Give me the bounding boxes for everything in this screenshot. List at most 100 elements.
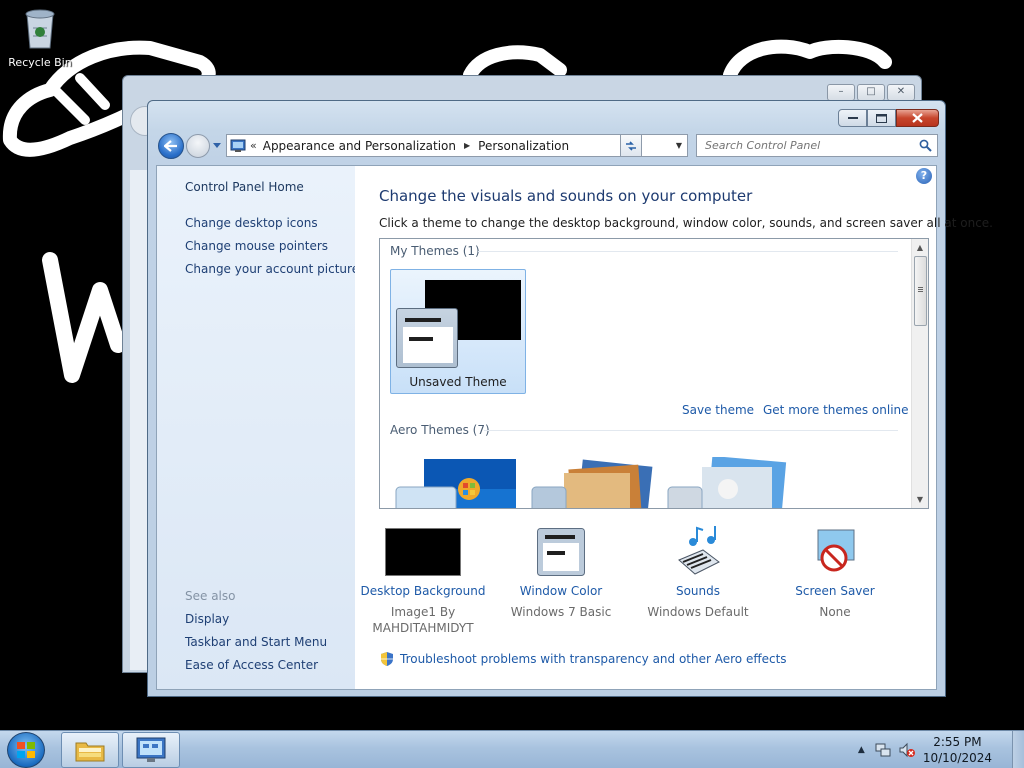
see-also-heading: See also xyxy=(185,589,236,603)
page-subtitle: Click a theme to change the desktop back… xyxy=(379,216,993,230)
address-bar[interactable]: « Appearance and Personalization ▶ Perso… xyxy=(226,134,688,157)
recent-pages-dropdown-icon[interactable] xyxy=(212,140,222,150)
system-tray: ▲ 2:55 PM 10/10/2024 xyxy=(858,731,1024,768)
taskbar: ▲ 2:55 PM 10/10/2024 xyxy=(0,730,1024,768)
address-dropdown-button[interactable]: ▼ xyxy=(671,135,687,156)
architecture-theme-thumbnail[interactable] xyxy=(530,457,660,509)
sounds-icon-wrap xyxy=(628,524,768,576)
desktop-background-icon-wrap xyxy=(353,524,493,576)
my-themes-divider xyxy=(478,251,898,252)
background-close-button[interactable]: ✕ xyxy=(887,84,915,101)
search-input[interactable] xyxy=(705,139,915,152)
theme-list[interactable]: My Themes (1) Unsaved Theme Save theme G… xyxy=(379,238,929,509)
change-mouse-pointers-link[interactable]: Change mouse pointers xyxy=(185,239,328,253)
address-overflow-chevron[interactable]: « xyxy=(250,139,257,152)
clock[interactable]: 2:55 PM 10/10/2024 xyxy=(923,734,992,766)
show-desktop-button[interactable] xyxy=(1012,731,1024,768)
breadcrumb-appearance-and-personalization[interactable]: Appearance and Personalization xyxy=(263,139,456,153)
search-icon[interactable] xyxy=(919,139,932,152)
help-icon[interactable]: ? xyxy=(916,168,932,184)
ease-of-access-center-link[interactable]: Ease of Access Center xyxy=(185,658,318,672)
volume-muted-icon[interactable] xyxy=(899,742,915,758)
preview-body xyxy=(403,327,453,363)
recycle-bin-label: Recycle Bin xyxy=(8,56,72,69)
content-area: Control Panel Home Change desktop icons … xyxy=(156,165,993,690)
window-color-icon xyxy=(537,528,585,576)
scroll-down-button[interactable]: ▼ xyxy=(912,491,928,508)
preview-bar xyxy=(409,337,433,341)
unsaved-theme-label: Unsaved Theme xyxy=(409,375,507,389)
control-panel-icon xyxy=(136,737,166,762)
clock-time: 2:55 PM xyxy=(933,735,982,749)
sounds-value: Windows Default xyxy=(647,605,749,619)
refresh-icon xyxy=(626,140,636,151)
taskbar-and-start-menu-link[interactable]: Taskbar and Start Menu xyxy=(185,635,327,649)
preview-bar xyxy=(405,318,441,322)
change-account-picture-link[interactable]: Change your account picture xyxy=(185,262,359,276)
theme-list-scrollbar[interactable]: ▲ ▼ xyxy=(911,239,928,508)
unsaved-theme-tile[interactable]: Unsaved Theme xyxy=(390,269,526,394)
save-theme-link[interactable]: Save theme xyxy=(682,403,754,417)
window-color-link[interactable]: Window Color xyxy=(491,584,631,598)
aero-themes-divider xyxy=(484,430,898,431)
recycle-bin-shortcut[interactable]: Recycle Bin xyxy=(4,6,76,69)
control-panel-icon xyxy=(230,139,246,152)
network-icon[interactable] xyxy=(875,742,891,758)
sounds-link[interactable]: Sounds xyxy=(628,584,768,598)
explorer-icon xyxy=(75,742,105,762)
breadcrumb-separator-icon[interactable]: ▶ xyxy=(464,141,470,150)
sounds-setting[interactable]: Sounds Windows Default xyxy=(628,524,768,620)
screen-saver-setting[interactable]: Screen Saver None xyxy=(765,524,905,620)
window-color-setting[interactable]: Window Color Windows 7 Basic xyxy=(491,524,631,620)
taskbar-explorer-button[interactable] xyxy=(61,732,119,768)
close-icon xyxy=(912,113,923,123)
background-maximize-button[interactable]: □ xyxy=(857,84,885,101)
background-window-caption-buttons: – □ ✕ xyxy=(827,84,915,101)
screen-saver-link[interactable]: Screen Saver xyxy=(765,584,905,598)
back-button[interactable] xyxy=(158,133,184,159)
aero-themes-heading: Aero Themes (7) xyxy=(390,423,490,437)
my-themes-heading: My Themes (1) xyxy=(390,244,480,258)
window-color-icon-wrap xyxy=(491,524,631,576)
maximize-button[interactable] xyxy=(867,109,896,127)
main-pane: ? Change the visuals and sounds on your … xyxy=(353,166,993,689)
windows-7-theme-thumbnail[interactable] xyxy=(394,457,524,509)
sounds-icon xyxy=(678,526,720,575)
taskbar-control-panel-button[interactable] xyxy=(122,732,180,768)
scroll-thumb[interactable] xyxy=(914,256,927,326)
troubleshoot-link[interactable]: Troubleshoot problems with transparency … xyxy=(400,652,787,666)
scroll-up-button[interactable]: ▲ xyxy=(912,239,928,256)
desktop-background-setting[interactable]: Desktop Background Image1 By MAHDITAHMID… xyxy=(353,524,493,636)
background-minimize-button[interactable]: – xyxy=(827,84,855,101)
clock-date: 10/10/2024 xyxy=(922,751,992,765)
get-more-themes-link[interactable]: Get more themes online xyxy=(763,403,909,417)
desktop-background-icon xyxy=(385,528,461,576)
desktop-background-value: Image1 By MAHDITAHMIDYT xyxy=(372,605,474,635)
desktop-background-link[interactable]: Desktop Background xyxy=(353,584,493,598)
change-desktop-icons-link[interactable]: Change desktop icons xyxy=(185,216,318,230)
minimize-button[interactable] xyxy=(838,109,867,127)
breadcrumb-personalization[interactable]: Personalization xyxy=(478,139,569,153)
refresh-button[interactable] xyxy=(620,134,642,157)
recycle-bin-icon xyxy=(25,9,55,49)
back-arrow-icon xyxy=(164,140,177,152)
troubleshoot-row: Troubleshoot problems with transparency … xyxy=(379,651,787,667)
theme-window-preview xyxy=(396,308,458,368)
screen-saver-value: None xyxy=(819,605,851,619)
start-button[interactable] xyxy=(7,732,45,768)
search-box[interactable] xyxy=(696,134,938,157)
caption-buttons xyxy=(838,109,939,127)
characters-theme-thumbnail[interactable] xyxy=(666,457,796,509)
maximize-icon xyxy=(876,113,887,123)
screen-saver-icon-wrap xyxy=(765,524,905,576)
page-title: Change the visuals and sounds on your co… xyxy=(379,187,753,205)
control-panel-home-link[interactable]: Control Panel Home xyxy=(185,180,304,194)
left-task-pane: Control Panel Home Change desktop icons … xyxy=(157,166,359,689)
display-link[interactable]: Display xyxy=(185,612,229,626)
window-color-value: Windows 7 Basic xyxy=(510,605,612,619)
show-hidden-icons-button[interactable]: ▲ xyxy=(858,745,865,755)
personalization-window[interactable]: « Appearance and Personalization ▶ Perso… xyxy=(147,100,993,697)
forward-button[interactable] xyxy=(186,134,210,158)
thumb-grip xyxy=(918,287,923,288)
close-button[interactable] xyxy=(896,109,939,127)
